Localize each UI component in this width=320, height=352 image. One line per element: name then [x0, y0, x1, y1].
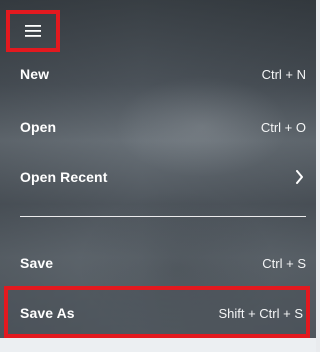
menu-item-label: Open Recent — [20, 169, 108, 185]
menu-item-save-as[interactable]: Save As Shift + Ctrl + S — [8, 297, 306, 329]
menu-item-label: Save — [20, 255, 54, 271]
menu-item-label: New — [20, 66, 50, 82]
hamburger-icon — [25, 25, 41, 37]
menu-item-open-recent[interactable]: Open Recent — [0, 161, 316, 193]
menu-item-shortcut: Ctrl + O — [260, 119, 306, 135]
chevron-right-icon — [296, 170, 303, 184]
menu-item-open[interactable]: Open Ctrl + O — [0, 111, 316, 143]
menu-item-shortcut: Ctrl + S — [262, 255, 306, 271]
menu-divider — [20, 216, 306, 217]
menu-item-label: Open — [20, 119, 57, 135]
menu-item-label: Save As — [20, 305, 75, 321]
menu-button[interactable] — [6, 10, 60, 52]
file-menu: New Ctrl + N Open Ctrl + O Open Recent S… — [0, 0, 316, 352]
menu-item-shortcut: Ctrl + N — [261, 66, 306, 82]
menu-item-shortcut: Shift + Ctrl + S — [218, 305, 303, 321]
menu-item-save[interactable]: Save Ctrl + S — [0, 247, 316, 279]
menu-item-new[interactable]: New Ctrl + N — [0, 58, 316, 90]
selected-menu-row: Save As Shift + Ctrl + S — [4, 286, 310, 338]
menu-bottom-background — [0, 338, 316, 352]
